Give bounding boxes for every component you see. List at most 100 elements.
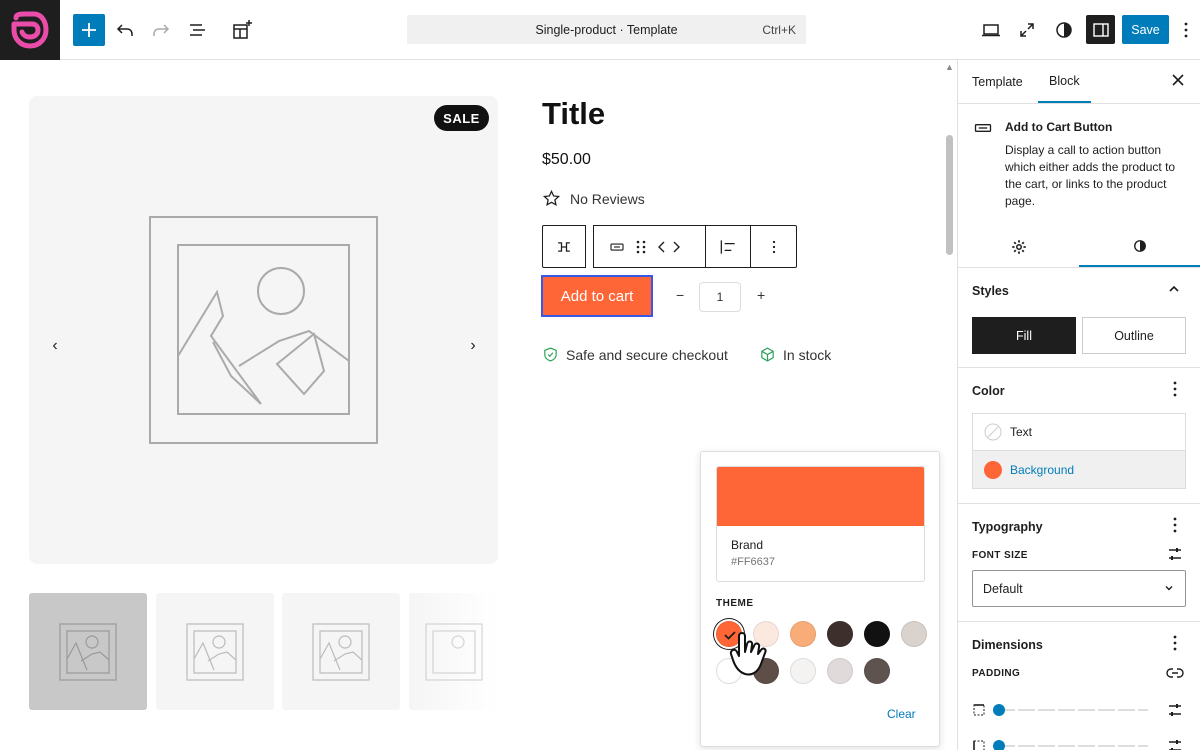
gallery-prev-button[interactable]: ‹ [41,332,69,360]
selected-color-fill [717,467,924,526]
clear-color-button[interactable]: Clear [887,707,916,721]
theme-color-swatch[interactable] [864,658,890,684]
styles-panel-title[interactable]: Styles [972,284,1009,298]
add-to-cart-button[interactable]: Add to cart [541,275,653,317]
list-view-icon [190,24,205,36]
style-outline-button[interactable]: Outline [1082,317,1186,354]
chevron-up-icon[interactable] [1167,282,1181,296]
tab-block[interactable]: Block [1038,60,1091,103]
background-color-label: Background [1010,462,1075,477]
close-sidebar-button[interactable] [1170,72,1186,93]
redo-button[interactable] [145,14,177,46]
scroll-up-arrow[interactable]: ▲ [945,62,954,72]
secure-checkout-label: Safe and secure checkout [566,346,728,363]
padding-side-icon [973,740,985,750]
font-size-label: FONT SIZE [972,550,1028,561]
product-rating[interactable]: No Reviews [542,189,645,208]
color-options-button[interactable] [1170,380,1180,401]
block-type-group [593,225,705,268]
product-image-gallery[interactable] [29,96,498,564]
document-overview-button[interactable] [182,14,214,46]
canvas-scrollbar[interactable] [946,135,953,255]
document-title: Single-product · Template [535,22,678,37]
gallery-thumbnail[interactable] [156,593,274,710]
expand-icon [1020,23,1034,37]
justification-button[interactable] [705,225,750,268]
theme-color-swatch[interactable] [864,621,890,647]
settings-sliders-icon[interactable] [1167,738,1183,750]
redo-icon [153,24,170,36]
block-toolbar [542,225,797,268]
image-placeholder-icon [312,622,370,681]
slider-track [998,745,1148,747]
command-palette-search[interactable]: Single-product · Template Ctrl+K [407,15,806,44]
device-preview-button[interactable] [975,14,1007,46]
typography-options-button[interactable] [1170,516,1180,537]
hand-pointer-icon [729,632,767,676]
shortcut-hint: Ctrl+K [762,23,796,37]
contrast-icon [1056,22,1072,38]
image-placeholder-icon [424,622,483,681]
settings-toggle-button[interactable] [1086,15,1115,44]
settings-sliders-icon[interactable] [1167,546,1183,562]
move-arrows-icon[interactable] [656,238,682,256]
theme-color-swatch[interactable] [827,658,853,684]
padding-vertical-slider[interactable] [972,702,1186,718]
font-size-select[interactable]: Default [972,570,1186,607]
options-menu-button[interactable] [1174,14,1198,46]
dimensions-panel-title: Dimensions [972,638,1043,652]
tab-template[interactable]: Template [972,60,1023,103]
color-picker-popover: Brand #FF6637 THEME Clear [700,451,940,747]
patterns-button[interactable] [226,14,258,46]
add-block-button[interactable] [73,14,105,46]
theme-color-swatch[interactable] [790,621,816,647]
gallery-thumbnail[interactable] [282,593,400,710]
empty-color-swatch-icon [984,423,1002,441]
theme-color-swatch[interactable] [901,621,927,647]
color-panel-title: Color [972,384,1005,398]
selected-color-preview[interactable]: Brand #FF6637 [716,466,925,582]
quantity-decrease-button[interactable]: − [676,287,684,303]
gallery-thumbnail[interactable] [409,593,498,710]
quantity-increase-button[interactable]: + [757,287,765,303]
fullscreen-button[interactable] [1011,14,1043,46]
background-color-swatch [984,460,1002,479]
parent-block-button[interactable] [542,225,586,268]
stock-label: In stock [783,346,832,363]
typography-panel-title: Typography [972,520,1043,534]
chevron-left-icon: ‹ [52,337,58,354]
product-price[interactable]: $50.00 [542,151,591,169]
theme-color-swatch[interactable] [790,658,816,684]
product-title[interactable]: Title [542,96,605,132]
gallery-thumbnail[interactable] [29,593,147,710]
package-icon [761,347,774,362]
background-color-item[interactable]: Background [973,451,1185,488]
quantity-input[interactable]: 1 [699,282,741,312]
secure-checkout-note: Safe and secure checkout [542,346,728,363]
more-vertical-icon [772,240,775,253]
chevron-down-icon [1165,586,1173,591]
link-icon[interactable] [1166,665,1184,681]
reviews-label: No Reviews [570,190,645,207]
gallery-next-button[interactable]: › [459,332,487,360]
site-logo[interactable] [0,0,60,60]
styles-button[interactable] [1048,14,1080,46]
text-color-item[interactable]: Text [973,414,1185,451]
slider-handle[interactable] [993,704,1005,716]
close-icon [1172,74,1184,86]
slider-handle[interactable] [993,740,1005,750]
tab-settings[interactable] [958,227,1079,267]
drag-handle-icon[interactable] [634,238,648,256]
save-button[interactable]: Save [1122,15,1169,44]
theme-color-swatch[interactable] [827,621,853,647]
padding-horizontal-slider[interactable] [972,738,1186,750]
dimensions-options-button[interactable] [1170,634,1180,655]
style-fill-button[interactable]: Fill [972,317,1076,354]
block-options-button[interactable] [750,225,797,268]
undo-button[interactable] [109,14,141,46]
button-block-icon[interactable] [608,238,626,256]
tab-styles[interactable] [1079,227,1200,267]
block-settings-sidebar: Template Block Add to Cart Button Displa… [957,60,1200,750]
settings-sliders-icon[interactable] [1167,702,1183,718]
selected-color-hex: #FF6637 [731,556,776,568]
